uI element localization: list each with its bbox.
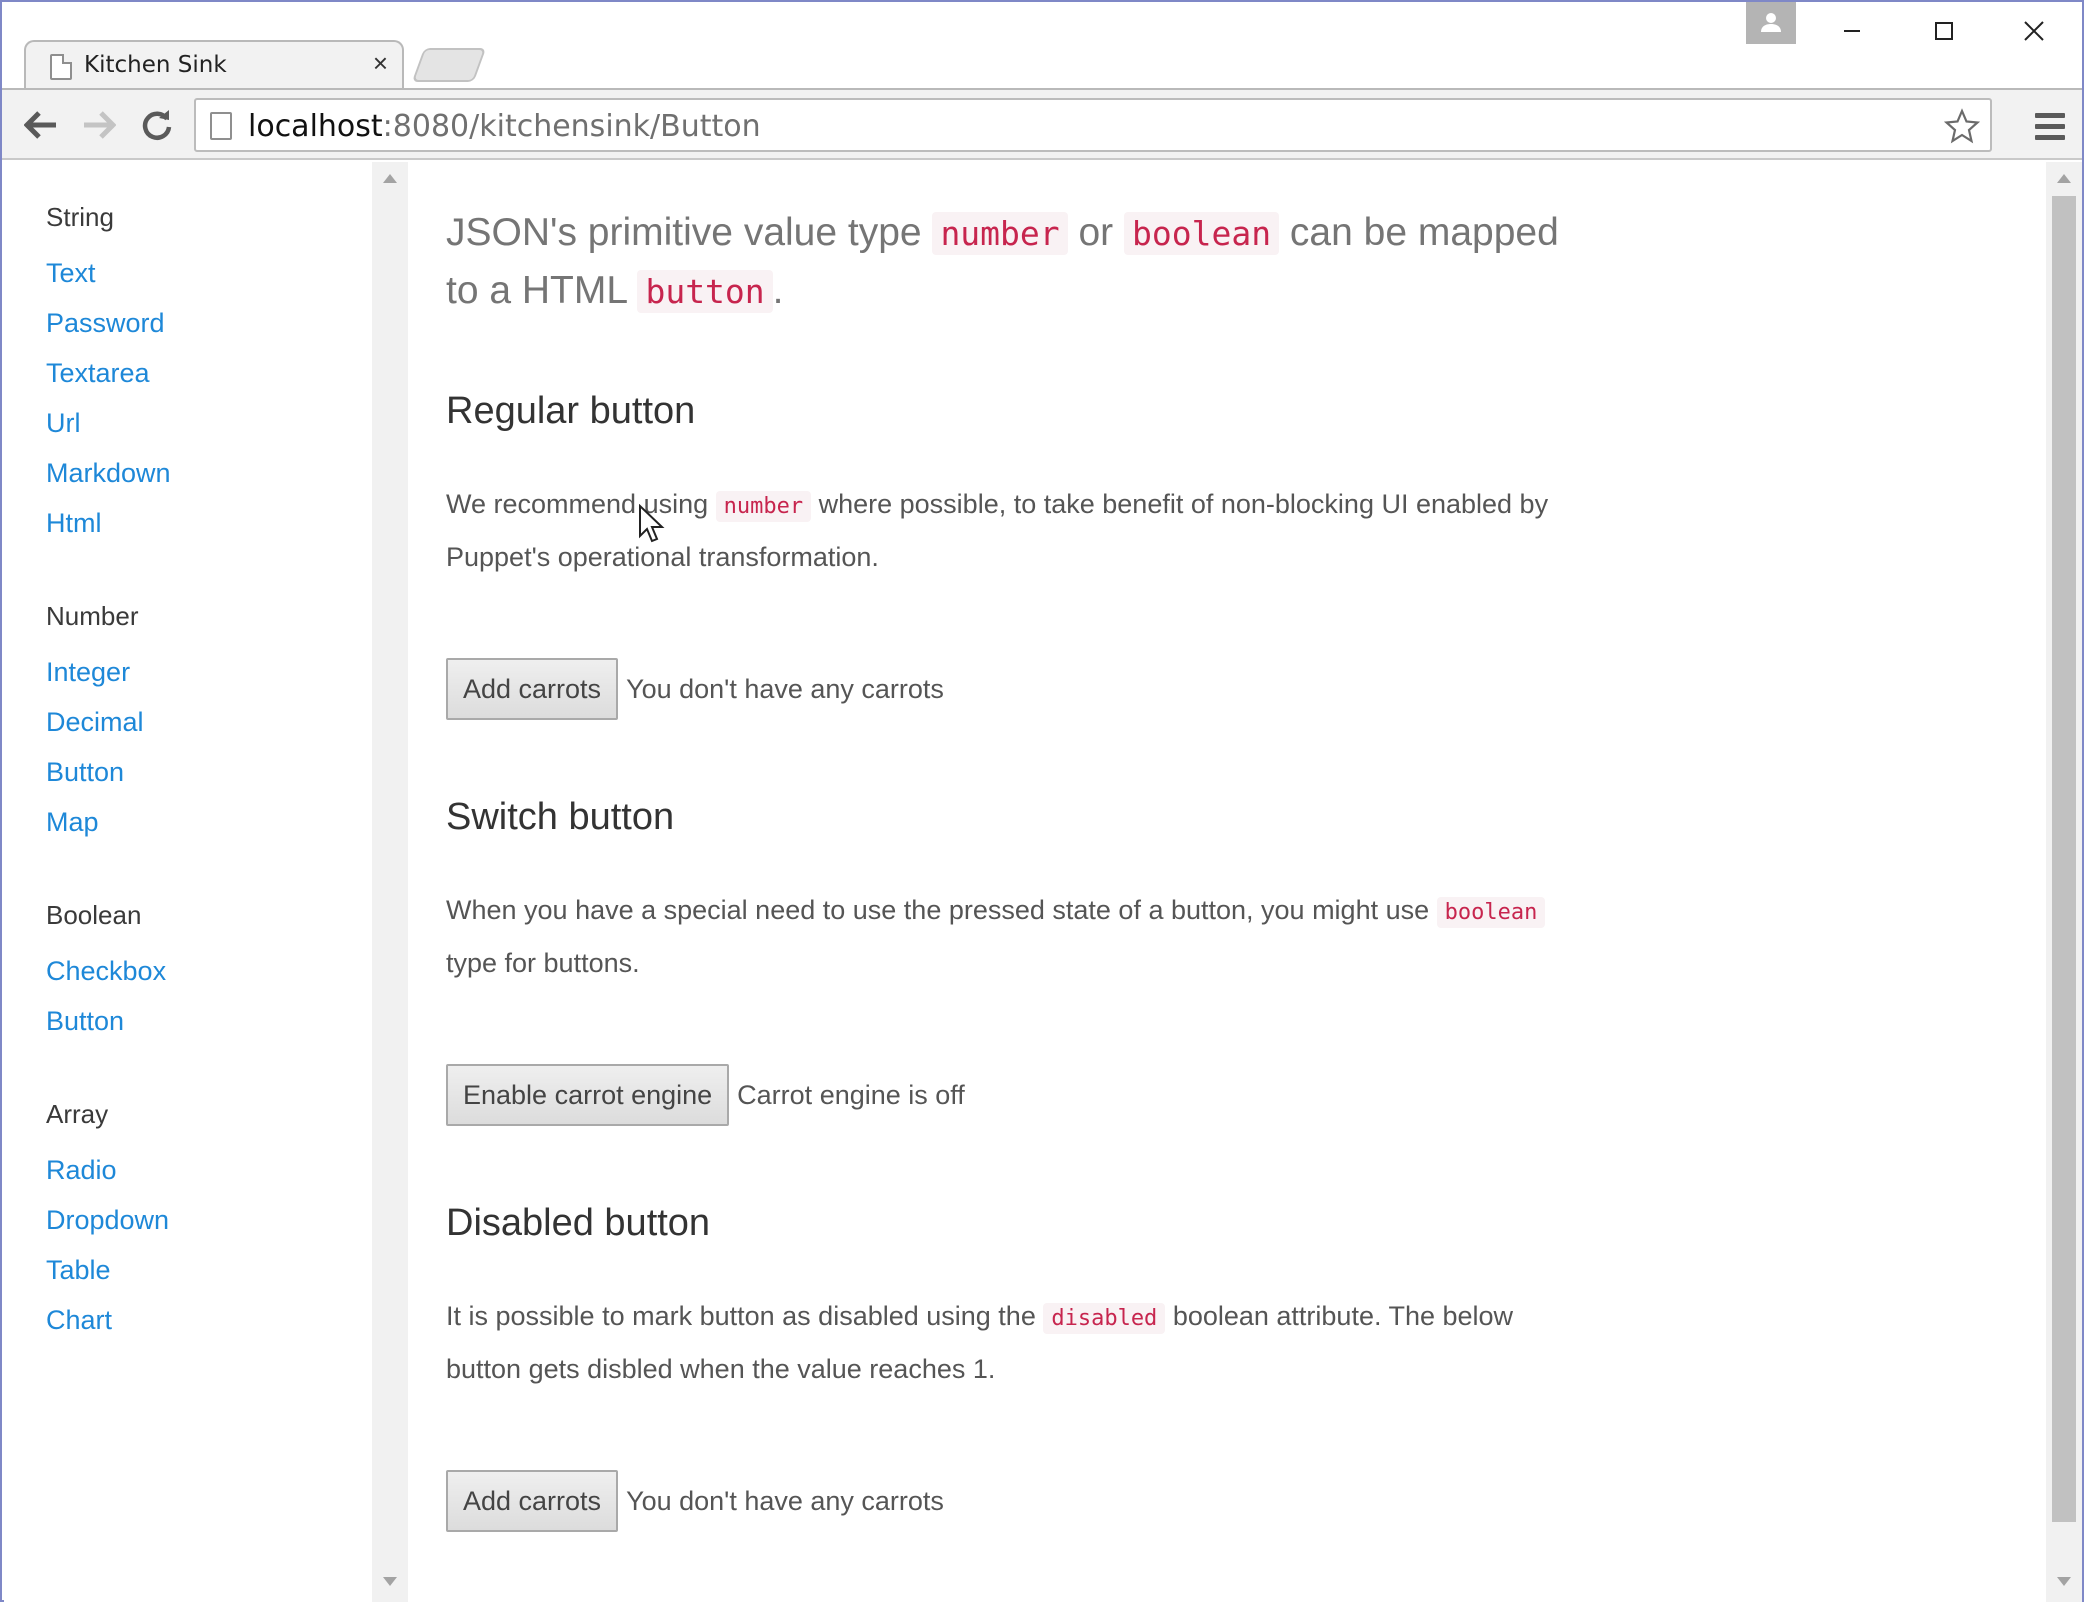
code-disabled: disabled — [1043, 1303, 1166, 1334]
browser-window: Kitchen Sink × localhost:8080/kitchensin… — [0, 0, 2084, 1602]
page-icon — [50, 54, 72, 80]
sidebar-item-table[interactable]: Table — [46, 1245, 169, 1295]
code-number: number — [932, 212, 1068, 255]
arrow-right-icon — [84, 111, 116, 139]
code-number: number — [715, 491, 812, 522]
profile-avatar-button[interactable] — [1746, 2, 1796, 44]
title-bar: Kitchen Sink × — [2, 2, 2082, 90]
sidebar-nav: String Text Password Textarea Url Markdo… — [4, 162, 372, 1602]
regular-description: We recommend using number where possible… — [446, 489, 1549, 572]
sidebar-item-integer[interactable]: Integer — [46, 647, 144, 697]
enable-carrot-engine-button[interactable]: Enable carrot engine — [446, 1064, 730, 1126]
section-title-switch: Switch button — [446, 796, 675, 838]
page-scrollbar[interactable] — [2046, 162, 2082, 1602]
sidebar-scrollbar[interactable] — [372, 162, 408, 1602]
maximize-button[interactable] — [1914, 8, 1974, 54]
new-tab-button[interactable] — [411, 48, 487, 82]
switch-button-row: Enable carrot engine Carrot engine is of… — [446, 1064, 965, 1126]
url-text[interactable]: localhost:8080/kitchensink/Button — [248, 109, 761, 144]
engine-status: Carrot engine is off — [737, 1079, 965, 1110]
nav-group-boolean: Boolean Checkbox Button — [46, 884, 166, 1046]
nav-group-array: Array Radio Dropdown Table Chart — [46, 1083, 169, 1345]
scroll-up-arrow-icon[interactable] — [383, 174, 397, 183]
close-icon — [2024, 21, 2044, 41]
nav-heading: String — [46, 202, 114, 232]
hamburger-icon-line — [2035, 123, 2065, 129]
section-title-disabled: Disabled button — [446, 1202, 711, 1244]
carrots-status-disabled: You don't have any carrots — [626, 1485, 944, 1516]
sidebar-item-decimal[interactable]: Decimal — [46, 697, 144, 747]
browser-toolbar: localhost:8080/kitchensink/Button — [2, 88, 2082, 160]
tab-kitchen-sink[interactable]: Kitchen Sink × — [24, 40, 404, 90]
page-icon — [210, 112, 232, 140]
reload-button[interactable] — [134, 102, 180, 148]
scroll-down-arrow-icon[interactable] — [2057, 1577, 2071, 1586]
disabled-button-row: Add carrots You don't have any carrots — [446, 1470, 944, 1532]
sidebar-item-radio[interactable]: Radio — [46, 1145, 169, 1195]
nav-heading: Array — [46, 1099, 109, 1129]
nav-group-string: String Text Password Textarea Url Markdo… — [46, 186, 171, 548]
scroll-down-arrow-icon[interactable] — [383, 1577, 397, 1586]
browser-menu-button[interactable] — [2028, 104, 2072, 148]
maximize-icon — [1935, 22, 1953, 40]
minimize-icon — [1844, 30, 1860, 32]
mouse-cursor-icon — [639, 504, 665, 543]
tab-title: Kitchen Sink — [84, 52, 227, 78]
reload-icon — [142, 110, 172, 140]
user-icon — [1761, 13, 1781, 32]
sidebar-item-textarea[interactable]: Textarea — [46, 348, 171, 398]
scroll-up-arrow-icon[interactable] — [2057, 174, 2071, 183]
sidebar-item-password[interactable]: Password — [46, 298, 171, 348]
section-title-regular: Regular button — [446, 390, 696, 432]
nav-heading: Boolean — [46, 900, 142, 930]
code-boolean: boolean — [1436, 897, 1546, 928]
sidebar-item-checkbox[interactable]: Checkbox — [46, 946, 166, 996]
hamburger-icon-line — [2035, 134, 2065, 140]
bookmark-star-button[interactable] — [1940, 104, 1984, 148]
back-button[interactable] — [18, 102, 64, 148]
add-carrots-button[interactable]: Add carrots — [446, 658, 619, 720]
star-icon — [1944, 108, 1980, 144]
code-boolean: boolean — [1124, 212, 1280, 255]
hamburger-icon-line — [2035, 112, 2065, 118]
minimize-button[interactable] — [1822, 8, 1882, 54]
sidebar-item-map[interactable]: Map — [46, 797, 144, 847]
disabled-description: It is possible to mark button as disable… — [446, 1301, 1514, 1384]
sidebar-item-html[interactable]: Html — [46, 498, 171, 548]
tab-close-icon[interactable]: × — [373, 48, 388, 78]
sidebar-item-number-button[interactable]: Button — [46, 747, 144, 797]
forward-button[interactable] — [76, 102, 122, 148]
main-content: JSON's primitive value type number or bo… — [446, 162, 1566, 1602]
close-window-button[interactable] — [2004, 8, 2064, 54]
carrots-status: You don't have any carrots — [626, 673, 944, 704]
address-bar[interactable]: localhost:8080/kitchensink/Button — [194, 98, 1992, 152]
sidebar-item-markdown[interactable]: Markdown — [46, 448, 171, 498]
add-carrots-disabled-button[interactable]: Add carrots — [446, 1470, 619, 1532]
sidebar-item-dropdown[interactable]: Dropdown — [46, 1195, 169, 1245]
switch-description: When you have a special need to use the … — [446, 885, 1586, 988]
scrollbar-thumb[interactable] — [2052, 196, 2076, 1522]
intro-text: JSON's primitive value type number or bo… — [446, 211, 1559, 313]
nav-heading: Number — [46, 601, 139, 631]
page-viewport: String Text Password Textarea Url Markdo… — [4, 162, 2082, 1602]
nav-group-number: Number Integer Decimal Button Map — [46, 585, 144, 847]
arrow-left-icon — [24, 111, 56, 139]
sidebar-item-url[interactable]: Url — [46, 398, 171, 448]
sidebar-item-chart[interactable]: Chart — [46, 1295, 169, 1345]
sidebar-item-text[interactable]: Text — [46, 248, 171, 298]
regular-button-row: Add carrots You don't have any carrots — [446, 658, 944, 720]
sidebar-item-boolean-button[interactable]: Button — [46, 996, 166, 1046]
code-button: button — [637, 270, 773, 313]
